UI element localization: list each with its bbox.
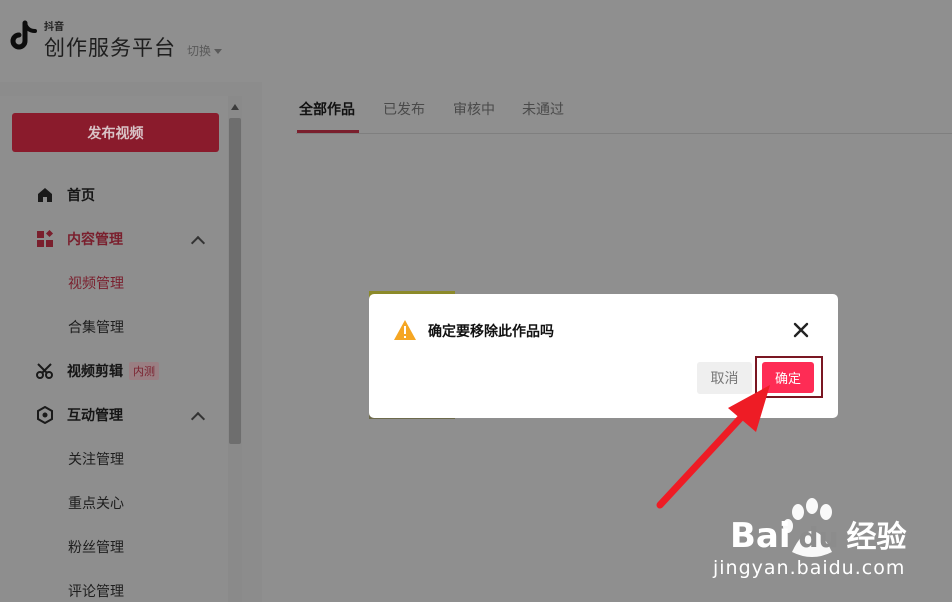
watermark-brand-du: du bbox=[798, 521, 839, 554]
scrollbar-thumb[interactable] bbox=[229, 118, 241, 444]
sidebar-item-label: 首页 bbox=[67, 188, 95, 204]
brand-small: 抖音 bbox=[44, 22, 64, 33]
publish-video-button[interactable]: 发布视频 bbox=[12, 113, 219, 152]
sidebar-item-label: 互动管理 bbox=[67, 408, 123, 424]
sidebar-item-label: 内容管理 bbox=[67, 232, 123, 248]
sidebar bbox=[0, 96, 228, 602]
sidebar-item-content-management[interactable]: 内容管理 bbox=[36, 228, 123, 250]
sidebar-item-home[interactable]: 首页 bbox=[36, 184, 95, 206]
sidebar-item-video-editing[interactable]: 视频剪辑 内测 bbox=[36, 360, 159, 382]
tab-all-works[interactable]: 全部作品 bbox=[299, 99, 355, 119]
caret-down-icon bbox=[214, 49, 223, 54]
grid-icon bbox=[36, 230, 54, 248]
switch-dropdown[interactable]: 切换 bbox=[187, 42, 223, 59]
warning-icon bbox=[394, 320, 416, 340]
watermark-brand-bai: Bai bbox=[730, 516, 791, 556]
app-header: 抖音 创作服务平台 切换 bbox=[0, 0, 952, 82]
sidebar-item-key-attention[interactable]: 重点关心 bbox=[68, 493, 124, 513]
sidebar-item-collection-management[interactable]: 合集管理 bbox=[68, 317, 124, 337]
sidebar-item-label: 视频剪辑 bbox=[67, 364, 123, 380]
sidebar-item-interaction-management[interactable]: 互动管理 bbox=[36, 404, 123, 426]
close-icon[interactable] bbox=[792, 321, 810, 339]
sidebar-item-comment-management[interactable]: 评论管理 bbox=[68, 581, 124, 601]
scissors-icon bbox=[36, 362, 54, 380]
tab-published[interactable]: 已发布 bbox=[383, 99, 425, 119]
scroll-up-icon[interactable] bbox=[231, 104, 239, 110]
sidebar-item-follow-management[interactable]: 关注管理 bbox=[68, 449, 124, 469]
sidebar-item-fan-management[interactable]: 粉丝管理 bbox=[68, 537, 124, 557]
interaction-icon bbox=[36, 406, 54, 424]
douyin-logo-icon[interactable] bbox=[6, 20, 40, 54]
beta-badge: 内测 bbox=[129, 362, 159, 380]
brand-title: 创作服务平台 bbox=[44, 36, 176, 60]
switch-label: 切换 bbox=[187, 44, 212, 58]
watermark-brand: Bai du 经验 bbox=[730, 512, 907, 556]
watermark-url: jingyan.baidu.com bbox=[713, 557, 906, 579]
tab-under-review[interactable]: 审核中 bbox=[453, 99, 495, 119]
tab-divider bbox=[296, 133, 952, 134]
dialog-title: 确定要移除此作品吗 bbox=[428, 324, 554, 340]
home-icon bbox=[36, 186, 54, 204]
watermark-suffix: 经验 bbox=[846, 520, 907, 555]
tab-rejected[interactable]: 未通过 bbox=[522, 99, 564, 119]
sidebar-item-video-management[interactable]: 视频管理 bbox=[68, 273, 124, 293]
